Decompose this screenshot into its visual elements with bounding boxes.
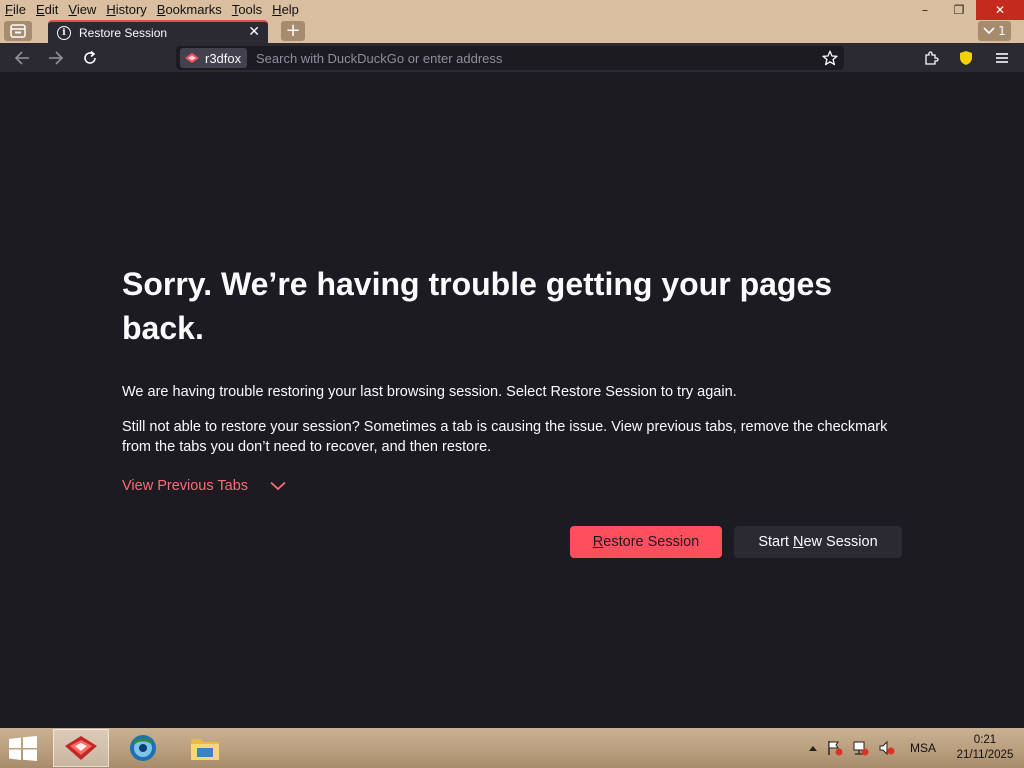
taskbar-file-explorer[interactable] xyxy=(177,729,233,767)
reload-icon xyxy=(84,50,96,64)
tab-strip: i Restore Session ✕ + 1 xyxy=(0,20,1024,43)
extensions-button[interactable] xyxy=(919,46,943,70)
trouble-message: We are having trouble restoring your las… xyxy=(122,384,737,400)
list-all-tabs-button[interactable]: 1 xyxy=(978,21,1011,41)
input-language[interactable]: MSA xyxy=(910,741,936,755)
page-title: Sorry. We’re having trouble getting your… xyxy=(122,266,833,346)
identity-label: r3dfox xyxy=(205,50,242,66)
taskbar: MSA 0:21 21/11/2025 xyxy=(0,728,1024,768)
back-arrow-icon xyxy=(14,51,29,65)
navigation-toolbar: r3dfox xyxy=(0,43,1024,72)
menu-tools[interactable]: Tools xyxy=(227,0,267,20)
action-center-tray[interactable] xyxy=(826,740,844,756)
taskbar-r3dfox[interactable] xyxy=(53,729,109,767)
flag-alert-icon xyxy=(828,741,843,756)
tab-count: 1 xyxy=(998,24,1006,38)
puzzle-icon xyxy=(925,51,939,65)
restore-button[interactable]: ❐ xyxy=(942,0,976,20)
r3dfox-app-icon xyxy=(65,736,97,760)
clock-time: 0:21 xyxy=(973,734,997,746)
menu-edit[interactable]: Edit xyxy=(31,0,63,20)
menu-bookmarks[interactable]: Bookmarks xyxy=(152,0,227,20)
forward-arrow-icon xyxy=(49,51,64,65)
identity-box[interactable]: r3dfox xyxy=(180,48,248,68)
system-tray: MSA 0:21 21/11/2025 xyxy=(804,728,1024,768)
tab-restore-session[interactable]: i Restore Session ✕ xyxy=(48,20,268,43)
menu-view[interactable]: View xyxy=(63,0,101,20)
clock[interactable]: 0:21 21/11/2025 xyxy=(946,733,1024,763)
hamburger-menu-icon xyxy=(996,53,1008,63)
start-new-session-button[interactable]: Start New Session xyxy=(734,526,902,558)
show-hidden-icons-button[interactable] xyxy=(808,744,818,752)
network-icon xyxy=(853,741,869,756)
bookmark-star-button[interactable] xyxy=(820,48,840,68)
chevron-down-icon xyxy=(983,27,995,35)
shield-icon xyxy=(960,51,972,65)
help-message: Still not able to restore your session? … xyxy=(122,419,888,455)
close-window-button[interactable]: ✕ xyxy=(976,0,1024,20)
forward-button[interactable] xyxy=(44,46,68,70)
window-controls: – ❐ ✕ xyxy=(908,0,1024,20)
tab-title: Restore Session xyxy=(79,25,168,40)
app-menu-button[interactable] xyxy=(990,46,1014,70)
firefox-view-icon xyxy=(10,24,26,38)
globe-browser-icon xyxy=(130,735,156,761)
view-previous-tabs-label: View Previous Tabs xyxy=(122,478,249,494)
view-previous-tabs-toggle[interactable]: View Previous Tabs xyxy=(122,478,286,494)
restore-session-button[interactable]: Restore Session xyxy=(570,526,722,558)
menu-bar: File Edit View History Bookmarks Tools H… xyxy=(0,0,304,20)
restore-session-label: Restore Session xyxy=(592,534,700,550)
tab-close-button[interactable]: ✕ xyxy=(248,24,260,40)
star-icon xyxy=(822,50,838,66)
speaker-muted-icon xyxy=(879,740,895,756)
chevron-up-icon xyxy=(808,746,817,751)
folder-icon xyxy=(191,739,219,760)
clock-date: 21/11/2025 xyxy=(956,749,1014,761)
title-bar: File Edit View History Bookmarks Tools H… xyxy=(0,0,1024,20)
firefox-view-button[interactable] xyxy=(4,21,32,41)
page-content: Sorry. We’re having trouble getting your… xyxy=(0,72,1024,728)
back-button[interactable] xyxy=(10,46,34,70)
volume-tray[interactable] xyxy=(878,740,896,756)
info-icon: i xyxy=(57,25,71,40)
windows-logo-icon xyxy=(9,736,37,761)
reload-button[interactable] xyxy=(78,46,102,70)
new-session-label: Start New Session xyxy=(758,534,878,550)
address-input[interactable] xyxy=(254,48,794,68)
network-tray[interactable] xyxy=(852,740,870,756)
minimize-button[interactable]: – xyxy=(908,0,942,20)
chevron-down-icon xyxy=(270,481,286,491)
menu-file[interactable]: File xyxy=(0,0,31,20)
url-bar: r3dfox xyxy=(176,46,844,70)
start-button[interactable] xyxy=(8,736,38,761)
taskbar-browser-globe[interactable] xyxy=(115,729,171,767)
shield-extension-button[interactable] xyxy=(954,46,978,70)
menu-history[interactable]: History xyxy=(101,0,151,20)
new-tab-button[interactable]: + xyxy=(281,21,305,41)
menu-help[interactable]: Help xyxy=(267,0,304,20)
r3dfox-logo-icon xyxy=(185,53,199,63)
